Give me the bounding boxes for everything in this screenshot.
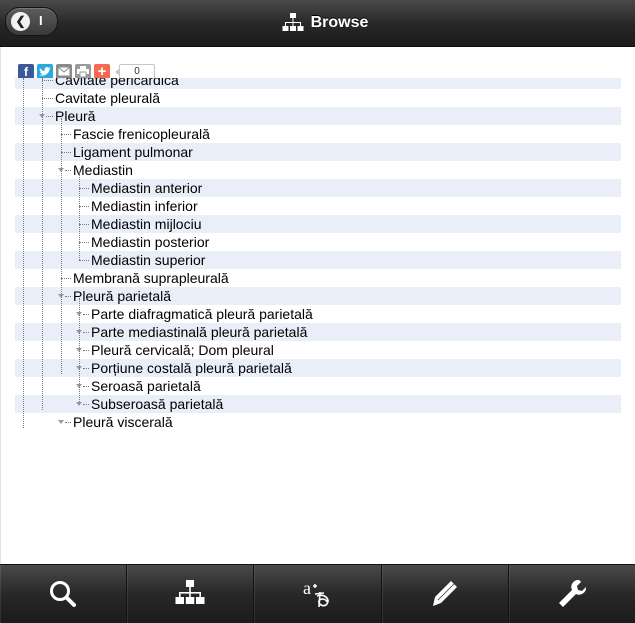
tree-row[interactable]: Pleură parietală (15, 287, 621, 305)
tree-item-label: Cavitate pleurală (55, 90, 161, 106)
tree-item-label: Subseroasă parietală (91, 396, 224, 412)
tree-row[interactable]: Seroasă parietală (15, 377, 621, 395)
tree-item-label: Membrană suprapleurală (73, 270, 229, 286)
tree-item-label: Mediastin superior (91, 252, 206, 268)
tree-row[interactable]: Mediastin (15, 161, 621, 179)
browse-button[interactable] (127, 565, 255, 623)
edit-button[interactable] (382, 565, 509, 623)
tree-row[interactable]: Pleură viscerală (15, 413, 621, 428)
tree-item-label: Pleură parietală (73, 288, 172, 304)
tree-item-label: Porțiune costală pleură parietală (91, 360, 292, 376)
tree-row[interactable]: Cavitate pericardică (15, 78, 621, 89)
tree-guide-line (23, 78, 24, 428)
title-group: Browse (0, 0, 635, 46)
tree-row[interactable]: Pleură (15, 107, 621, 125)
tree-row[interactable]: Ligament pulmonar (15, 143, 621, 161)
bottom-toolbar: a (0, 564, 635, 623)
tree-item-label: Parte diafragmatică pleură parietală (91, 306, 313, 322)
tree-guide-line (42, 78, 43, 410)
tree-row[interactable]: Mediastin mijlociu (15, 215, 621, 233)
search-button[interactable] (0, 565, 128, 623)
tree-row[interactable]: Mediastin anterior (15, 179, 621, 197)
tree-item-label: Fascie frenicopleurală (73, 126, 210, 142)
tree-row[interactable]: Fascie frenicopleurală (15, 125, 621, 143)
wrench-icon (558, 579, 586, 607)
page-title: Browse (310, 14, 369, 31)
sitemap-icon (282, 13, 304, 31)
tree-item-label: Parte mediastinală pleură parietală (91, 324, 308, 340)
tree-item-label: Mediastin anterior (91, 180, 203, 196)
tree-row[interactable]: Porțiune costală pleură parietală (15, 359, 621, 377)
sitemap-icon (175, 580, 205, 604)
tree-item-label: Cavitate pericardică (55, 78, 179, 88)
tree-guide-line (61, 118, 62, 374)
tree-row[interactable]: Membrană suprapleurală (15, 269, 621, 287)
tree-row[interactable]: Parte mediastinală pleură parietală (15, 323, 621, 341)
translate-button[interactable]: a (254, 565, 382, 623)
tree-item-label: Mediastin (73, 162, 133, 178)
tree-row[interactable]: Mediastin superior (15, 251, 621, 269)
collapsed-triangle-icon[interactable] (58, 420, 64, 424)
tree-guide-line (79, 298, 80, 404)
category-tree: Cavitate pericardică Cavitate pleurală P… (15, 78, 621, 428)
tree-item-label: Mediastin posterior (91, 234, 210, 250)
tree-item-label: Ligament pulmonar (73, 144, 193, 160)
tree-row[interactable]: Mediastin inferior (15, 197, 621, 215)
tree-item-label: Pleură viscerală (73, 414, 173, 428)
tree-row[interactable]: Mediastin posterior (15, 233, 621, 251)
content-area: f + 0 Cavitate pericardică Cavitate pleu… (0, 47, 635, 564)
tree-row[interactable]: Cavitate pleurală (15, 89, 621, 107)
tree-item-label: Mediastin inferior (91, 198, 198, 214)
settings-button[interactable] (509, 565, 635, 623)
tree-item-label: Mediastin mijlociu (91, 216, 202, 232)
search-icon (50, 581, 77, 607)
tree-item-label: Seroasă parietală (91, 378, 201, 394)
tree-item-label: Pleură cervicală; Dom pleural (91, 342, 274, 358)
tree-row[interactable]: Pleură cervicală; Dom pleural (15, 341, 621, 359)
tree-row[interactable]: Parte diafragmatică pleură parietală (15, 305, 621, 323)
svg-text:a: a (303, 578, 311, 598)
pencil-icon (432, 581, 457, 606)
header-bar: ❮ I Browse (0, 0, 635, 47)
tree-guide-line (79, 172, 80, 260)
translate-icon: a (303, 578, 329, 608)
tree-row[interactable]: Subseroasă parietală (15, 395, 621, 413)
